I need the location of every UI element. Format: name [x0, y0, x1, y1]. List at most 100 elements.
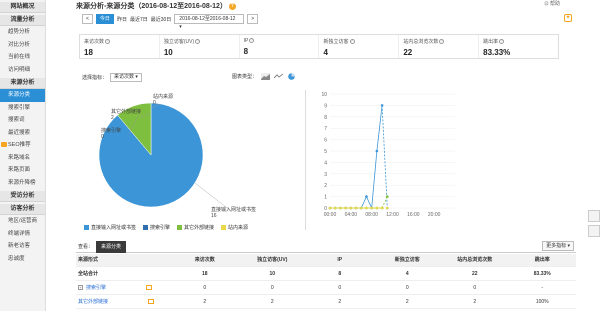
sidebar-section-title[interactable]: 访客分析 — [0, 204, 45, 215]
help-icon[interactable]: ? — [499, 39, 505, 45]
sidebar-item[interactable]: 新老访客 — [0, 240, 45, 253]
help-icon[interactable]: ? — [228, 2, 236, 10]
table-cell: 0 — [473, 285, 477, 291]
sidebar-item[interactable]: 忠诚度 — [0, 253, 45, 266]
help-icon[interactable]: ? — [439, 39, 445, 45]
x-tick-label: 00:00 — [324, 212, 337, 218]
help-link[interactable]: ⊡ 帮助 — [544, 0, 560, 7]
detail-icon[interactable] — [146, 285, 153, 291]
pie-chart-icon[interactable] — [287, 73, 296, 80]
series-point — [365, 195, 368, 198]
y-tick-label: 8 — [324, 115, 327, 121]
sidebar-section-title[interactable]: 流量分析 — [0, 15, 45, 26]
sidebar-item[interactable]: 来路域名 — [0, 152, 45, 165]
sidebar-item[interactable]: 访问明细 — [0, 64, 45, 77]
side-tools — [588, 210, 600, 240]
column-header[interactable]: IP — [306, 254, 374, 266]
row-name-cell: 其它外部链接 — [76, 295, 171, 308]
x-tick-label: 16:00 — [407, 212, 420, 218]
chart-type-switcher: 图表类型： — [232, 73, 296, 80]
table-row: 全站合计 18 10 8 4 22 83.33% — [76, 267, 576, 281]
area-chart-icon[interactable] — [261, 73, 271, 80]
column-header[interactable]: 来源形式 — [76, 254, 171, 266]
column-header[interactable]: 独立访客(UV) — [239, 254, 307, 266]
series-point — [359, 206, 363, 210]
line-chart-icon[interactable] — [274, 73, 284, 80]
pin-icon[interactable]: ✦ — [564, 14, 572, 22]
stats-bar: 来访次数? 18 独立访客(UV)? 10 IP? 8 新独立访客? 4 站内总浏览次数? 22 跳… — [79, 34, 559, 59]
legend-swatch — [84, 225, 89, 231]
table-cell: 18 — [201, 271, 208, 277]
table-cell: 2 — [405, 299, 409, 305]
sidebar-section-title[interactable]: 网站概况 — [0, 2, 45, 13]
series-point — [380, 206, 384, 210]
sidebar-item[interactable]: 对比分析 — [0, 39, 45, 52]
table-cell: 2 — [473, 299, 477, 305]
today-button[interactable]: 今日 — [95, 14, 114, 24]
legend-item[interactable]: 站内来源 — [221, 224, 248, 231]
row-link[interactable]: 搜索引擎 — [86, 285, 106, 291]
stat-value: 83.33% — [483, 48, 511, 57]
page-title: 来源分析-来源分类（2016-08-12至2016-08-12）? — [76, 2, 236, 10]
sidebar-item[interactable]: SEO推荐 — [0, 139, 45, 152]
sidebar-item[interactable]: 搜索词 — [0, 114, 45, 127]
date-range-picker[interactable]: 2016-08-12至2016-08-12 ▾ — [174, 14, 245, 30]
sidebar-item[interactable]: 终端详情 — [0, 228, 45, 241]
sidebar-item[interactable]: 当前在线 — [0, 51, 45, 64]
metric-select[interactable]: 来访次数 ▾ — [110, 73, 142, 82]
help-icon[interactable]: ? — [349, 39, 355, 45]
column-header[interactable]: 站内总浏览次数 — [441, 254, 509, 266]
help-icon[interactable]: ? — [249, 38, 255, 44]
sidebar-item[interactable]: 地区/运营商 — [0, 215, 45, 228]
series-point — [349, 206, 353, 210]
legend-item[interactable]: 搜索引擎 — [143, 224, 170, 231]
series-point — [365, 206, 368, 210]
column-header[interactable]: 新独立访客 — [374, 254, 442, 266]
legend-item[interactable]: 直接输入网址或书签 — [84, 224, 136, 231]
pie-label-value: 0 — [101, 134, 104, 140]
sidebar-item[interactable]: 来路页面 — [0, 164, 45, 177]
pie-chart: 站内来源0其它外部链接2搜索引擎0直接输入网址或书签16 — [98, 93, 256, 219]
sidebar-item[interactable]: 搜索引擎 — [0, 102, 45, 115]
sidebar-item[interactable]: 来源分类 — [0, 89, 45, 102]
sidebar-section-title[interactable]: 来源分析 — [0, 78, 45, 89]
last30-link[interactable]: 最近30日 — [151, 16, 172, 23]
yesterday-link[interactable]: 昨日 — [117, 16, 127, 23]
y-tick-label: 6 — [324, 138, 327, 144]
chart-type-label: 图表类型： — [232, 74, 258, 80]
next-day-button[interactable]: > — [247, 14, 259, 24]
table-row: 其它外部链接 2 2 2 2 2 100% — [76, 295, 576, 309]
help-icon[interactable]: ? — [105, 39, 111, 45]
table-cell: 8 — [338, 271, 342, 277]
sidebar-item[interactable]: 最近搜索 — [0, 127, 45, 140]
metric-label: 选择指标： — [82, 75, 108, 81]
row-link[interactable]: 其它外部链接 — [78, 299, 108, 305]
chart-legend: 直接输入网址或书签 搜索引擎 其它外部链接 站内来源 — [84, 224, 248, 231]
x-tick-label: 20:00 — [428, 212, 441, 218]
feedback-icon[interactable] — [588, 225, 600, 237]
series-point — [344, 206, 347, 210]
table-cell: 0 — [338, 285, 342, 291]
more-metrics-button[interactable]: 更多指标 ▾ — [542, 241, 574, 251]
last7-link[interactable]: 最近7日 — [130, 16, 148, 23]
table-cell: 4 — [405, 271, 409, 277]
tab-source-type[interactable]: 来源分类 — [96, 241, 127, 253]
legend-item[interactable]: 其它外部链接 — [177, 224, 214, 231]
sidebar-section-title[interactable]: 受访分析 — [0, 191, 45, 202]
prev-day-button[interactable]: < — [82, 14, 93, 24]
sidebar-item[interactable]: 来源升降榜 — [0, 177, 45, 190]
stat-card: 来访次数? 18 — [80, 35, 160, 58]
stat-card: 站内总浏览次数? 22 — [399, 35, 480, 58]
table-cell: 2 — [270, 299, 274, 305]
share-icon[interactable] — [588, 210, 600, 222]
column-header[interactable]: 来访次数 — [171, 254, 239, 266]
sidebar-item[interactable]: 趋势分析 — [0, 26, 45, 39]
expand-icon[interactable]: + — [78, 285, 83, 290]
column-header[interactable]: 跳出率 — [509, 254, 577, 266]
help-icon[interactable]: ? — [195, 39, 201, 45]
pie-label: 站内来源 — [153, 93, 173, 100]
series-point — [370, 206, 373, 210]
y-tick-label: 1 — [324, 195, 327, 201]
series-point — [354, 206, 358, 210]
detail-icon[interactable] — [148, 299, 155, 305]
